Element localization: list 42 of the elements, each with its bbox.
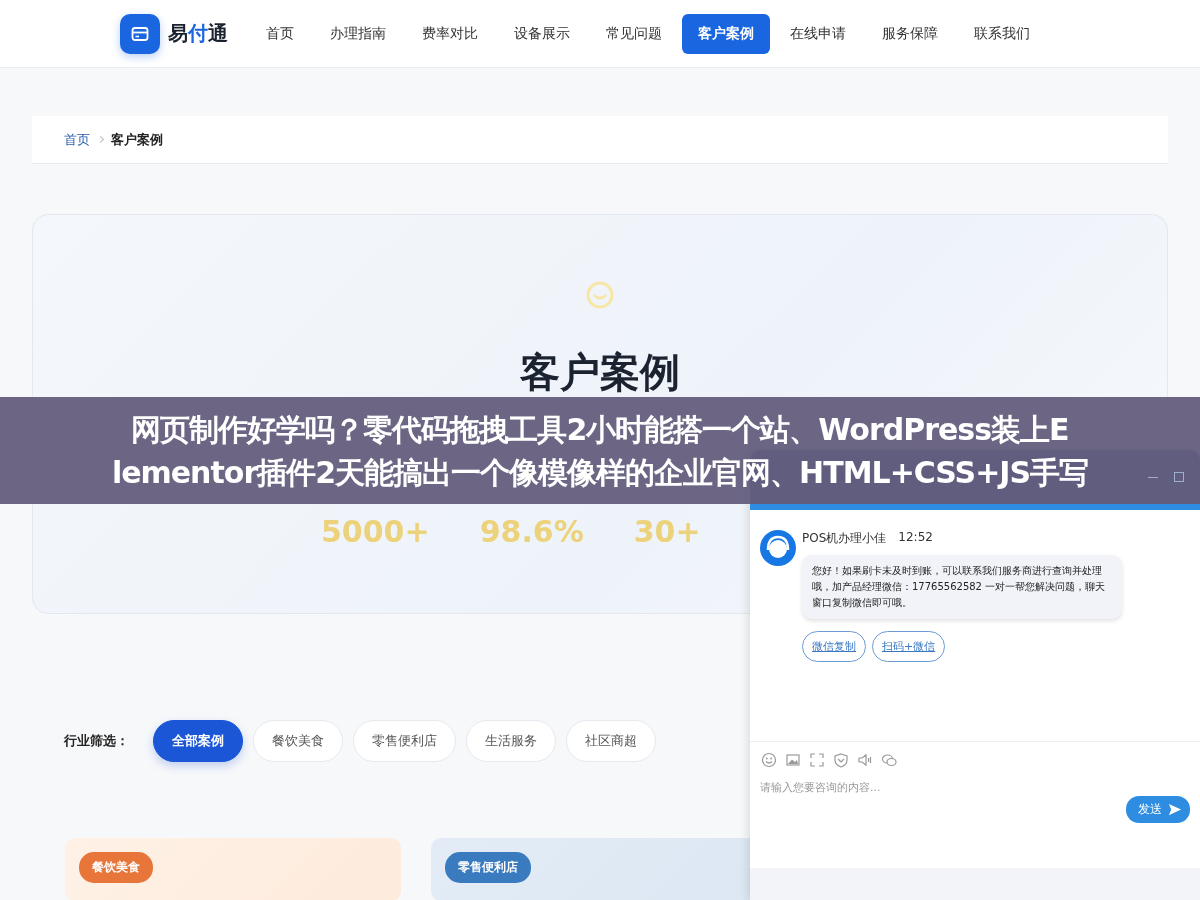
stat-value: 98.6% bbox=[479, 514, 584, 549]
nav-link[interactable]: 费率对比 bbox=[406, 13, 494, 54]
shield-icon[interactable] bbox=[832, 751, 850, 769]
filter-chip[interactable]: 生活服务 bbox=[466, 720, 556, 762]
nav-link[interactable]: 服务保障 bbox=[866, 13, 954, 54]
filter-chip[interactable]: 全部案例 bbox=[153, 720, 243, 762]
maximize-icon[interactable] bbox=[1174, 472, 1184, 482]
filter-chip[interactable]: 餐饮美食 bbox=[253, 720, 343, 762]
speaker-icon[interactable] bbox=[856, 751, 874, 769]
image-icon[interactable] bbox=[784, 751, 802, 769]
message-time: 12:52 bbox=[898, 530, 933, 546]
filter-chip[interactable]: 社区商超 bbox=[566, 720, 656, 762]
nav-link[interactable]: 在线申请 bbox=[774, 13, 862, 54]
minimize-icon[interactable] bbox=[1148, 476, 1158, 478]
category-tag: 餐饮美食 bbox=[79, 852, 153, 883]
wechat-icon[interactable] bbox=[880, 751, 898, 769]
stat-value: 30+ bbox=[633, 514, 701, 549]
message-bubble: 您好！如果刷卡未及时到账，可以联系我们服务商进行查询并处理哦，加产品经理微信：17765562582 一对一帮您解决问题，聊天窗口复制微信即可哦。 bbox=[802, 555, 1122, 619]
nav-link[interactable]: 办理指南 bbox=[314, 13, 402, 54]
smile-icon bbox=[585, 280, 615, 310]
banner-title: 网页制作好学吗？零代码拖拽工具2小时能搭一个站、WordPress装上E bbox=[131, 410, 1069, 449]
filter-chip[interactable]: 零售便利店 bbox=[353, 720, 456, 762]
avatar-icon bbox=[760, 530, 796, 566]
breadcrumb-link[interactable]: 首页 bbox=[64, 130, 90, 149]
category-tag: 零售便利店 bbox=[445, 852, 531, 883]
send-button[interactable]: 发送 bbox=[1126, 796, 1190, 823]
nav-link[interactable]: 首页 bbox=[250, 13, 310, 54]
page-title: 客户案例 bbox=[520, 348, 680, 396]
sender-name: POS机办理小佳 bbox=[802, 530, 887, 547]
filter-label: 行业筛选： bbox=[64, 732, 129, 750]
brand-name[interactable]: 易付通 bbox=[168, 20, 228, 47]
stat-value: 5000+ bbox=[321, 514, 430, 549]
nav-link[interactable]: 客户案例 bbox=[682, 13, 770, 54]
screenshot-icon[interactable] bbox=[808, 751, 826, 769]
nav-link[interactable]: 设备展示 bbox=[498, 13, 586, 54]
nav-link[interactable]: 联系我们 bbox=[958, 13, 1046, 54]
logo-icon[interactable] bbox=[120, 13, 160, 54]
banner-title: lementor插件2天能搞出一个像模像样的企业官网、HTML+CSS+JS手写 bbox=[111, 453, 1089, 492]
emoji-icon[interactable] bbox=[760, 751, 778, 769]
send-icon bbox=[1167, 802, 1182, 817]
breadcrumb-current: 客户案例 bbox=[111, 130, 163, 149]
nav-link[interactable]: 常见问题 bbox=[590, 13, 678, 54]
